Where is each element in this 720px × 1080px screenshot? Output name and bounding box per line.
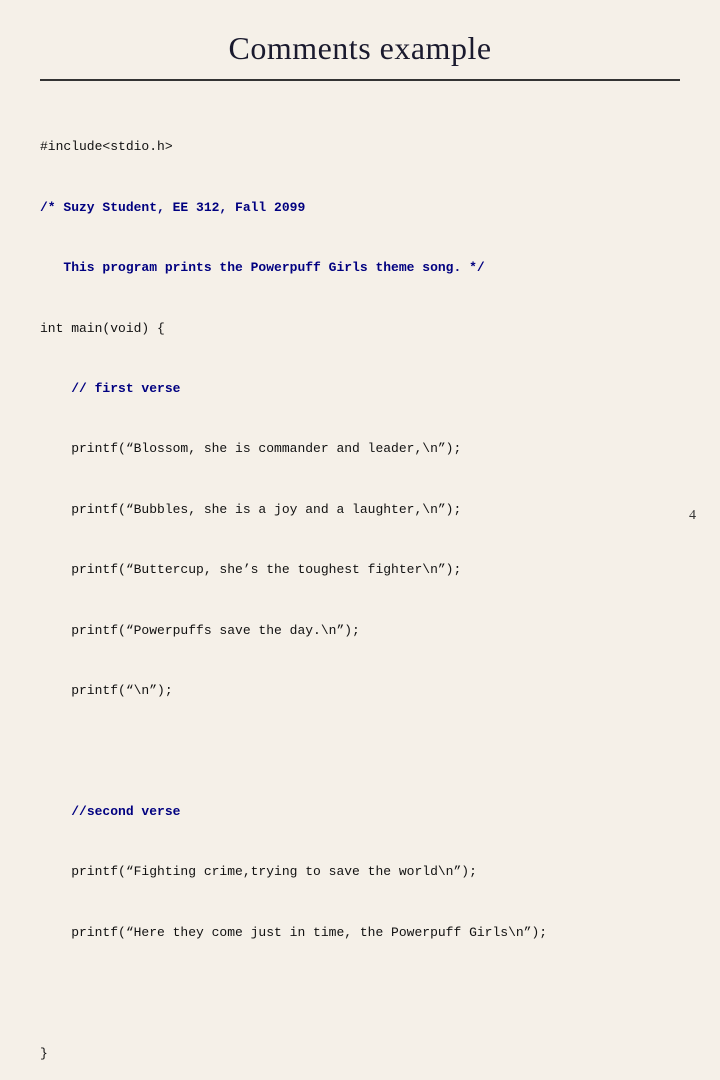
code-line-blank2: [40, 983, 680, 1003]
code-line-4: int main(void) {: [40, 319, 680, 339]
code-line-10: printf(“\n”);: [40, 681, 680, 701]
code-line-6: printf(“Blossom, she is commander and le…: [40, 439, 680, 459]
title-divider: [40, 79, 680, 81]
code-line-14: }: [40, 1044, 680, 1064]
code-line-7: printf(“Bubbles, she is a joy and a laug…: [40, 500, 680, 520]
code-line-9: printf(“Powerpuffs save the day.\n”);: [40, 621, 680, 641]
code-block: #include<stdio.h> /* Suzy Student, EE 31…: [40, 97, 680, 1080]
code-line-13: printf(“Here they come just in time, the…: [40, 923, 680, 943]
code-line-2: /* Suzy Student, EE 312, Fall 2099: [40, 198, 680, 218]
slide-title: Comments example: [40, 30, 680, 67]
code-line-blank1: [40, 742, 680, 762]
code-line-5: // first verse: [40, 379, 680, 399]
code-line-1: #include<stdio.h>: [40, 137, 680, 157]
code-line-12: printf(“Fighting crime,trying to save th…: [40, 862, 680, 882]
code-line-11: //second verse: [40, 802, 680, 822]
code-line-8: printf(“Buttercup, she’s the toughest fi…: [40, 560, 680, 580]
code-line-3: This program prints the Powerpuff Girls …: [40, 258, 680, 278]
page-number: 4: [689, 508, 696, 524]
slide: Comments example #include<stdio.h> /* Su…: [0, 0, 720, 540]
